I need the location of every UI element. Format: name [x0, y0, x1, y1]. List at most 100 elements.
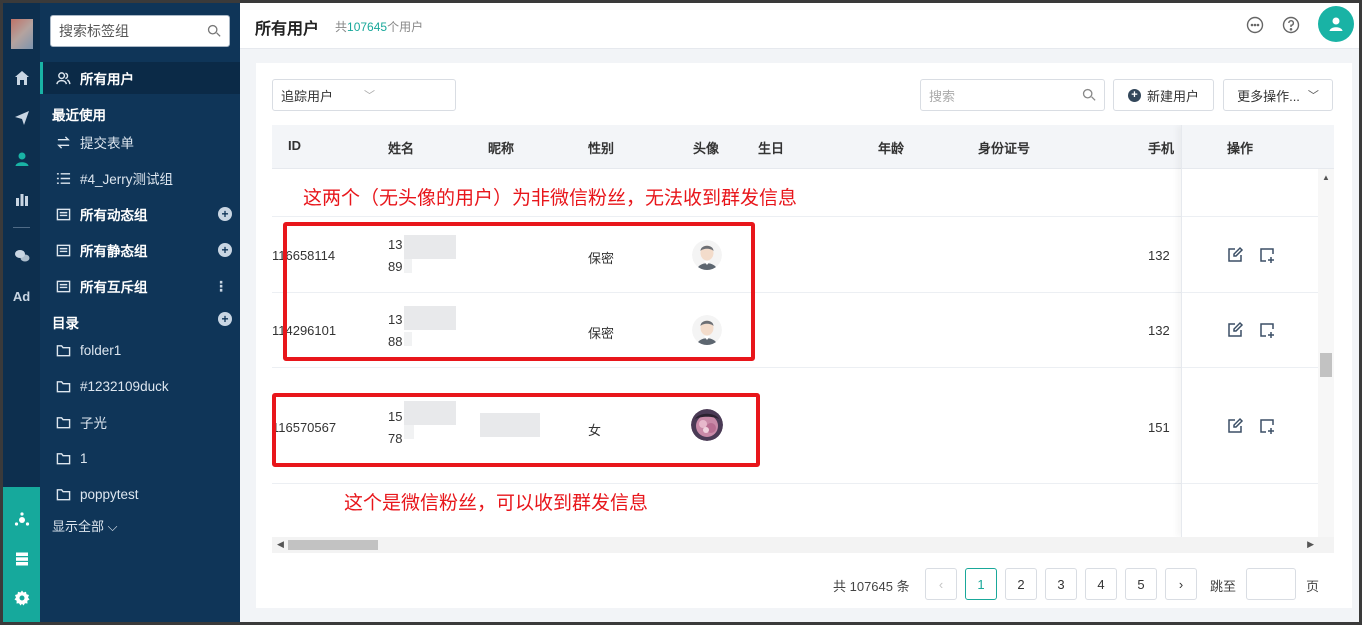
users-card: 追踪用户 ﹀ 搜索 + 新建用户 更多操作... ﹀ ID 姓名 昵称 性别 头…: [256, 63, 1352, 608]
user-search-input[interactable]: 搜索: [920, 79, 1105, 111]
user-avatar-icon: [1329, 17, 1343, 31]
page-button-4[interactable]: 4: [1085, 568, 1117, 600]
rail-divider: [13, 227, 30, 228]
chevron-down-icon: ﹀: [364, 90, 375, 102]
plus-circle-icon: +: [1127, 88, 1141, 102]
column-header-id-number[interactable]: 身份证号: [978, 138, 1030, 157]
sidebar-item-label: 所有动态组: [80, 208, 148, 223]
sidebar-item-label: folder1: [80, 342, 122, 358]
sidebar-item-dynamic-groups[interactable]: 所有动态组 +: [40, 198, 240, 230]
column-header-birthday[interactable]: 生日: [758, 138, 784, 157]
rail-bottom-section: [3, 487, 40, 622]
next-page-button[interactable]: ›: [1165, 568, 1197, 600]
scrollbar-thumb[interactable]: [1320, 353, 1332, 377]
annotation-box-non-fans: [283, 222, 755, 361]
tag-group-search-input[interactable]: 搜索标签组: [50, 15, 230, 47]
add-static-group-icon[interactable]: +: [218, 243, 232, 257]
add-note-icon[interactable]: [1258, 246, 1276, 264]
horizontal-scrollbar[interactable]: ◀ ▶: [272, 537, 1334, 553]
jump-page-input[interactable]: [1246, 568, 1296, 600]
bar-chart-icon[interactable]: [3, 186, 40, 212]
column-header-nickname[interactable]: 昵称: [488, 138, 514, 157]
wechat-icon[interactable]: [3, 243, 40, 269]
new-user-button[interactable]: + 新建用户: [1113, 79, 1214, 111]
more-options-icon[interactable]: ⋮: [214, 279, 228, 293]
page-title: 所有用户: [255, 21, 320, 38]
help-icon[interactable]: [1281, 15, 1301, 35]
sidebar-item-jerry-test[interactable]: #4_Jerry测试组: [40, 162, 240, 194]
column-header-age[interactable]: 年龄: [878, 138, 904, 157]
app-window: Ad 搜索标签组 所有用户 最近使用 提交表单 #4_Jerry测试组 所有动态…: [3, 3, 1359, 622]
sidebar-item-all-users[interactable]: 所有用户: [40, 62, 240, 94]
page-button-1[interactable]: 1: [965, 568, 997, 600]
sidebar-item-label: 1: [80, 450, 88, 466]
user-count: 共107645个用户: [335, 18, 423, 35]
sidebar-item-folder[interactable]: poppytest: [40, 478, 240, 510]
server-icon[interactable]: [3, 546, 40, 572]
column-header-gender[interactable]: 性别: [588, 138, 614, 157]
page-button-3[interactable]: 3: [1045, 568, 1077, 600]
row-divider: [272, 367, 1334, 368]
page-button-2[interactable]: 2: [1005, 568, 1037, 600]
column-header-id[interactable]: ID: [288, 138, 301, 153]
add-dynamic-group-icon[interactable]: +: [218, 207, 232, 221]
add-note-icon[interactable]: [1258, 417, 1276, 435]
column-header-avatar[interactable]: 头像: [693, 138, 719, 157]
column-header-phone[interactable]: 手机: [1148, 138, 1178, 157]
count-suffix: 个用户: [387, 20, 424, 34]
avatar[interactable]: [1318, 6, 1354, 42]
edit-icon[interactable]: [1226, 321, 1244, 339]
scroll-right-icon[interactable]: ▶: [1307, 539, 1314, 550]
icon-rail: Ad: [3, 3, 40, 622]
send-icon[interactable]: [3, 105, 40, 131]
sidebar-item-label: 所有互斥组: [80, 280, 148, 295]
page-button-5[interactable]: 5: [1125, 568, 1157, 600]
folder-icon: [54, 414, 72, 430]
sidebar-item-static-groups[interactable]: 所有静态组 +: [40, 234, 240, 266]
sidebar-item-folder[interactable]: #1232109duck: [40, 370, 240, 402]
sidebar-item-folder[interactable]: folder1: [40, 334, 240, 366]
count-prefix: 共: [335, 20, 348, 34]
ad-icon[interactable]: Ad: [3, 283, 40, 309]
sidebar-item-submit-form[interactable]: 提交表单: [40, 126, 240, 158]
sidebar-item-label: #4_Jerry测试组: [80, 172, 174, 187]
sidebar-item-folder[interactable]: 子光: [40, 406, 240, 438]
scroll-up-icon[interactable]: ▲: [1322, 173, 1330, 182]
scrollbar-thumb[interactable]: [288, 540, 378, 550]
edit-icon[interactable]: [1226, 417, 1244, 435]
prev-page-button[interactable]: ‹: [925, 568, 957, 600]
actions-column: 操作: [1181, 125, 1334, 537]
search-icon: [1082, 88, 1096, 101]
sidebar-item-label: 所有用户: [80, 72, 134, 87]
sidebar-item-folder[interactable]: 1: [40, 442, 240, 474]
column-header-name[interactable]: 姓名: [388, 138, 414, 157]
user-filter-select[interactable]: 追踪用户 ﹀: [272, 79, 456, 111]
scroll-left-icon[interactable]: ◀: [277, 539, 284, 550]
sidebar-item-label: #1232109duck: [80, 378, 169, 394]
cell-phone: 132: [1148, 323, 1170, 338]
column-header-actions: 操作: [1227, 141, 1254, 156]
hub-icon[interactable]: [3, 507, 40, 533]
annotation-box-fan: [272, 393, 760, 467]
sidebar-item-label: 提交表单: [80, 136, 134, 151]
add-folder-icon[interactable]: +: [218, 312, 232, 326]
more-actions-label: 更多操作...: [1237, 88, 1300, 104]
folder-icon: [54, 342, 72, 358]
edit-icon[interactable]: [1226, 246, 1244, 264]
jump-label: 跳至: [1210, 579, 1237, 594]
row-divider: [1182, 483, 1334, 484]
count-value: 107645: [347, 20, 388, 34]
search-placeholder: 搜索: [929, 88, 956, 104]
more-actions-button[interactable]: 更多操作... ﹀: [1223, 79, 1333, 111]
chat-icon[interactable]: [1245, 15, 1265, 35]
vertical-scrollbar[interactable]: ▲: [1318, 169, 1334, 537]
add-note-icon[interactable]: [1258, 321, 1276, 339]
home-icon[interactable]: [3, 65, 40, 91]
chevron-down-icon: ﹀: [1307, 90, 1319, 102]
show-all-link[interactable]: 显示全部 ⌵: [52, 516, 117, 535]
gear-icon[interactable]: [3, 585, 40, 611]
sidebar-item-exclusive-groups[interactable]: 所有互斥组 ⋮: [40, 270, 240, 302]
cell-phone: 151: [1148, 420, 1170, 435]
swap-icon: [54, 134, 72, 150]
user-icon[interactable]: [3, 146, 40, 172]
